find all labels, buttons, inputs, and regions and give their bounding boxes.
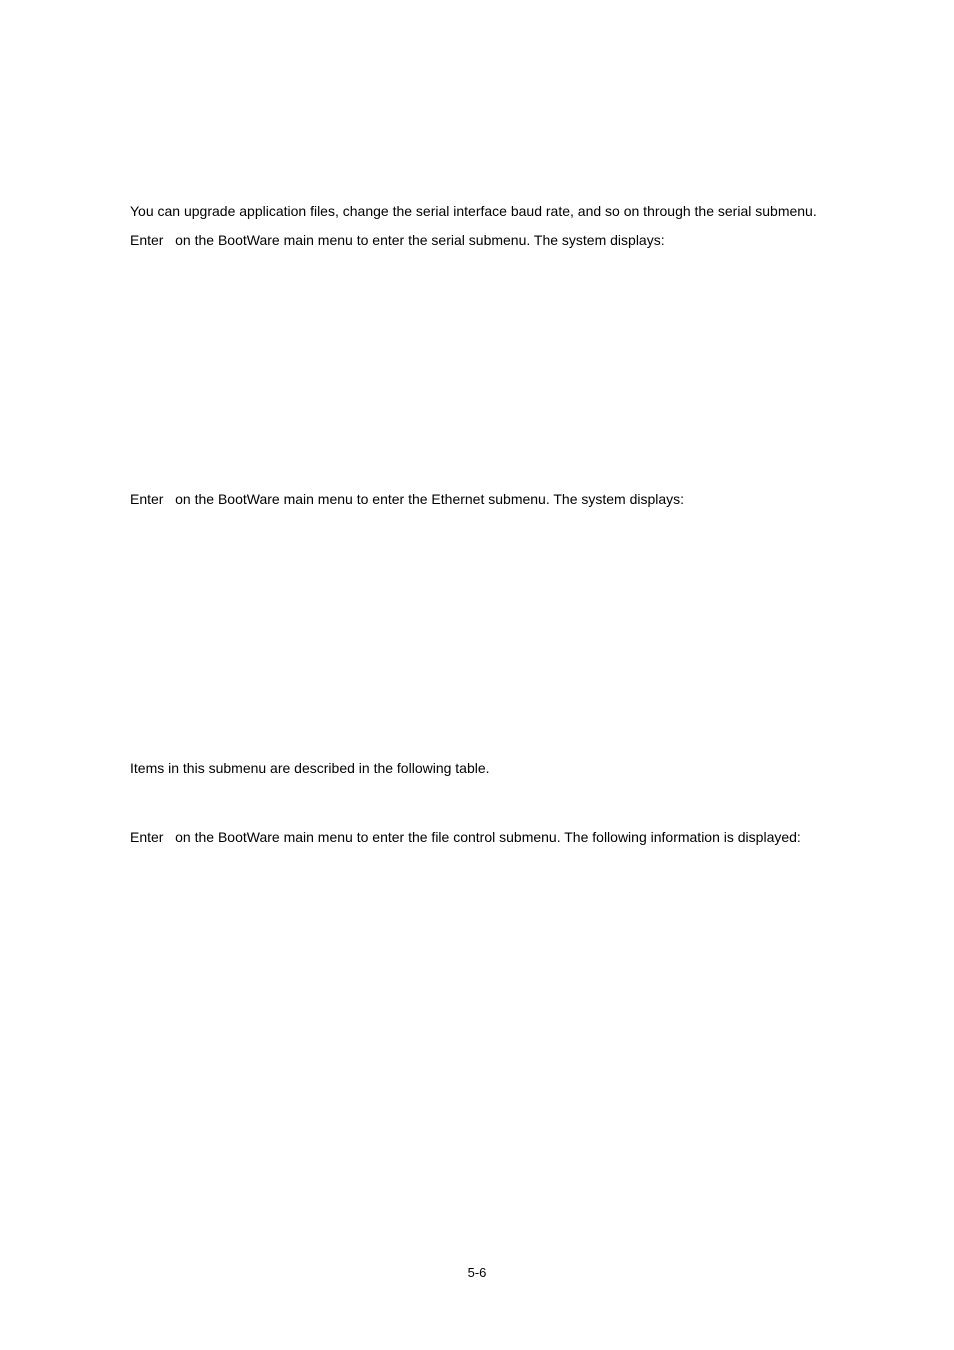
paragraph-items-table: Items in this submenu are described in t… [130, 757, 824, 780]
paragraph-serial-enter: Enter on the BootWare main menu to enter… [130, 229, 824, 252]
paragraph-filecontrol-enter: Enter on the BootWare main menu to enter… [130, 826, 824, 849]
text-enter-2: Enter [130, 491, 163, 507]
spacer-3 [130, 786, 824, 826]
spacer-1 [130, 258, 824, 488]
text-ethernet-rest: on the BootWare main menu to enter the E… [175, 491, 684, 507]
spacer-2 [130, 517, 824, 757]
page-number: 5-6 [0, 1265, 954, 1280]
page-container: You can upgrade application files, chang… [0, 0, 954, 1350]
text-enter-3: Enter [130, 829, 163, 845]
paragraph-ethernet-enter: Enter on the BootWare main menu to enter… [130, 488, 824, 511]
text-serial-rest: on the BootWare main menu to enter the s… [175, 232, 664, 248]
paragraph-serial-intro: You can upgrade application files, chang… [130, 200, 824, 223]
text-filecontrol-rest: on the BootWare main menu to enter the f… [175, 829, 801, 845]
text-enter-1: Enter [130, 232, 163, 248]
